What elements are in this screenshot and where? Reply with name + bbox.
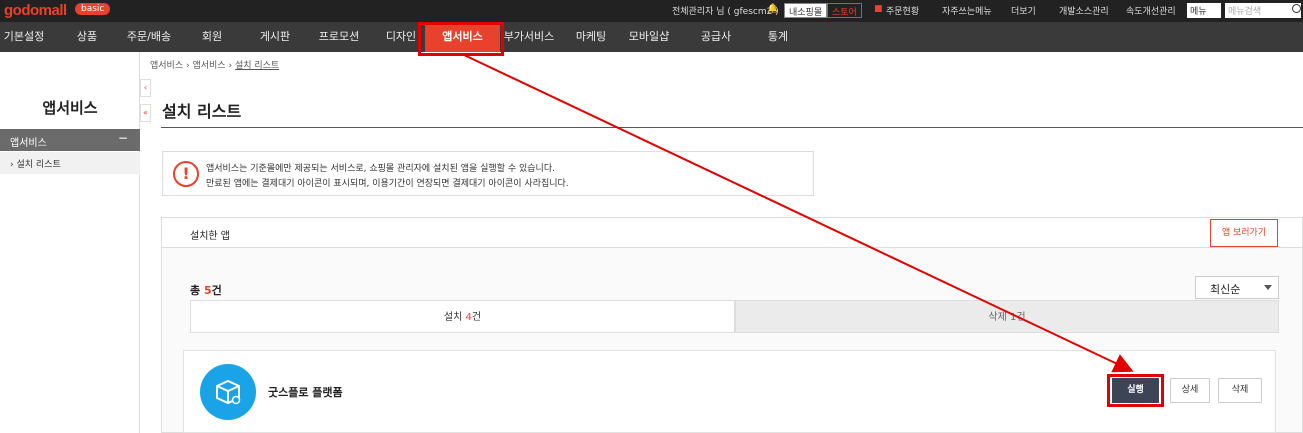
sort-value: 최신순	[1210, 283, 1241, 296]
notice-box: ! 앱서비스는 기준몰에만 제공되는 서비스로, 쇼핑몰 관리자에 설치된 앱을…	[162, 151, 814, 196]
page-title: 설치 리스트	[162, 102, 242, 121]
nav-board[interactable]: 게시판	[250, 22, 300, 52]
run-highlight-box	[1107, 374, 1164, 407]
app-name: 굿스플로 플랫폼	[268, 386, 343, 399]
tab-suffix: 건	[471, 312, 482, 323]
nav-supplier[interactable]: 공급사	[693, 22, 739, 52]
nav-orders[interactable]: 주문/배송	[122, 22, 176, 52]
title-divider	[161, 127, 1303, 128]
search-icon[interactable]	[1292, 4, 1301, 13]
bell-icon[interactable]: 🔔	[767, 4, 778, 14]
nav-basic-settings[interactable]: 기본설정	[0, 22, 48, 52]
collapse-all-button[interactable]: «	[140, 104, 151, 122]
order-status-menu[interactable]: 주문현황	[886, 4, 919, 17]
main-nav: 기본설정 상품 주문/배송 회원 게시판 프로모션 디자인 앱서비스 부가서비스…	[0, 22, 1303, 52]
total-suffix: 건	[211, 284, 222, 297]
order-status-icon: ■	[874, 4, 883, 14]
sidebar-item-install-list[interactable]: › 설치 리스트	[0, 152, 140, 174]
store-button[interactable]: 스토어	[827, 3, 862, 18]
browse-apps-button[interactable]: 앱 보러가기	[1210, 219, 1278, 247]
delete-button[interactable]: 삭제	[1218, 378, 1262, 403]
notice-line-1: 앱서비스는 기준몰에만 제공되는 서비스로, 쇼핑몰 관리자에 설치된 앱을 실…	[206, 164, 555, 174]
total-count: 총 5건	[190, 282, 222, 298]
sidebar: 앱서비스 앱서비스 − › 설치 리스트	[0, 52, 140, 433]
top-bar: godomall basic 전체관리자 님 ( gfescm2 ) 🔔 내소핑…	[0, 0, 1303, 22]
my-mall-button[interactable]: 내소핑몰	[784, 3, 828, 18]
nav-products[interactable]: 상품	[63, 22, 111, 52]
plan-badge: basic	[75, 3, 111, 15]
total-number: 5	[203, 284, 212, 297]
collapse-sidebar-button[interactable]: ‹	[140, 79, 151, 97]
cube-icon	[216, 379, 241, 405]
breadcrumb-current[interactable]: 설치 리스트	[235, 61, 279, 71]
favorites-menu[interactable]: 자주쓰는메뉴	[942, 4, 992, 17]
alert-icon: !	[173, 161, 199, 187]
sort-select[interactable]: 최신순	[1195, 276, 1279, 299]
tab-suffix: 건	[1016, 312, 1026, 323]
speed-link[interactable]: 속도개선관리	[1126, 4, 1176, 17]
admin-name: 전체관리자 님 ( gfescm2 )	[672, 7, 779, 17]
godomall-logo[interactable]: godomall	[4, 2, 67, 19]
sidebar-section-header[interactable]: 앱서비스 −	[0, 129, 140, 151]
breadcrumb-item[interactable]: 앱서비스	[192, 61, 225, 71]
nav-marketing[interactable]: 마케팅	[568, 22, 614, 52]
sidebar-title: 앱서비스	[42, 99, 98, 117]
dev-source-link[interactable]: 개발소스관리	[1059, 4, 1109, 17]
menu-search-input[interactable]: 메뉴검색	[1225, 3, 1301, 18]
chevron-down-icon	[1264, 285, 1272, 290]
minus-icon[interactable]: −	[118, 131, 128, 145]
nav-statistics[interactable]: 통계	[755, 22, 801, 52]
breadcrumb-item[interactable]: 앱서비스	[150, 61, 183, 71]
nav-addon[interactable]: 부가서비스	[502, 22, 556, 52]
tab-label: 설치	[443, 312, 463, 323]
tab-installed[interactable]: 설치 4건	[190, 300, 735, 333]
panel-header: 설치한 앱	[162, 218, 1302, 248]
nav-promotion[interactable]: 프로모션	[312, 22, 366, 52]
notice-line-2: 만료된 앱에는 결제대기 아이콘이 표시되며, 이용기간이 연장되면 결제대기 …	[206, 179, 569, 189]
tab-label: 삭제	[988, 312, 1007, 323]
more-menu[interactable]: 더보기	[1011, 4, 1036, 17]
app-logo	[200, 364, 256, 420]
tab-deleted[interactable]: 삭제 1건	[735, 300, 1279, 333]
detail-button[interactable]: 상세	[1170, 378, 1210, 403]
nav-members[interactable]: 회원	[189, 22, 235, 52]
panel-title: 설치한 앱	[190, 231, 230, 242]
nav-mobile-shop[interactable]: 모바일샵	[622, 22, 676, 52]
total-prefix: 총	[190, 284, 201, 297]
sidebar-item-label: 설치 리스트	[16, 160, 61, 170]
menu-select[interactable]: 메뉴	[1187, 3, 1221, 18]
chevron-right-icon: ›	[10, 160, 14, 170]
nav-highlight-box	[418, 22, 504, 56]
breadcrumb: 앱서비스 › 앱서비스 › 설치 리스트	[150, 58, 279, 71]
sidebar-section-label: 앱서비스	[10, 138, 47, 149]
